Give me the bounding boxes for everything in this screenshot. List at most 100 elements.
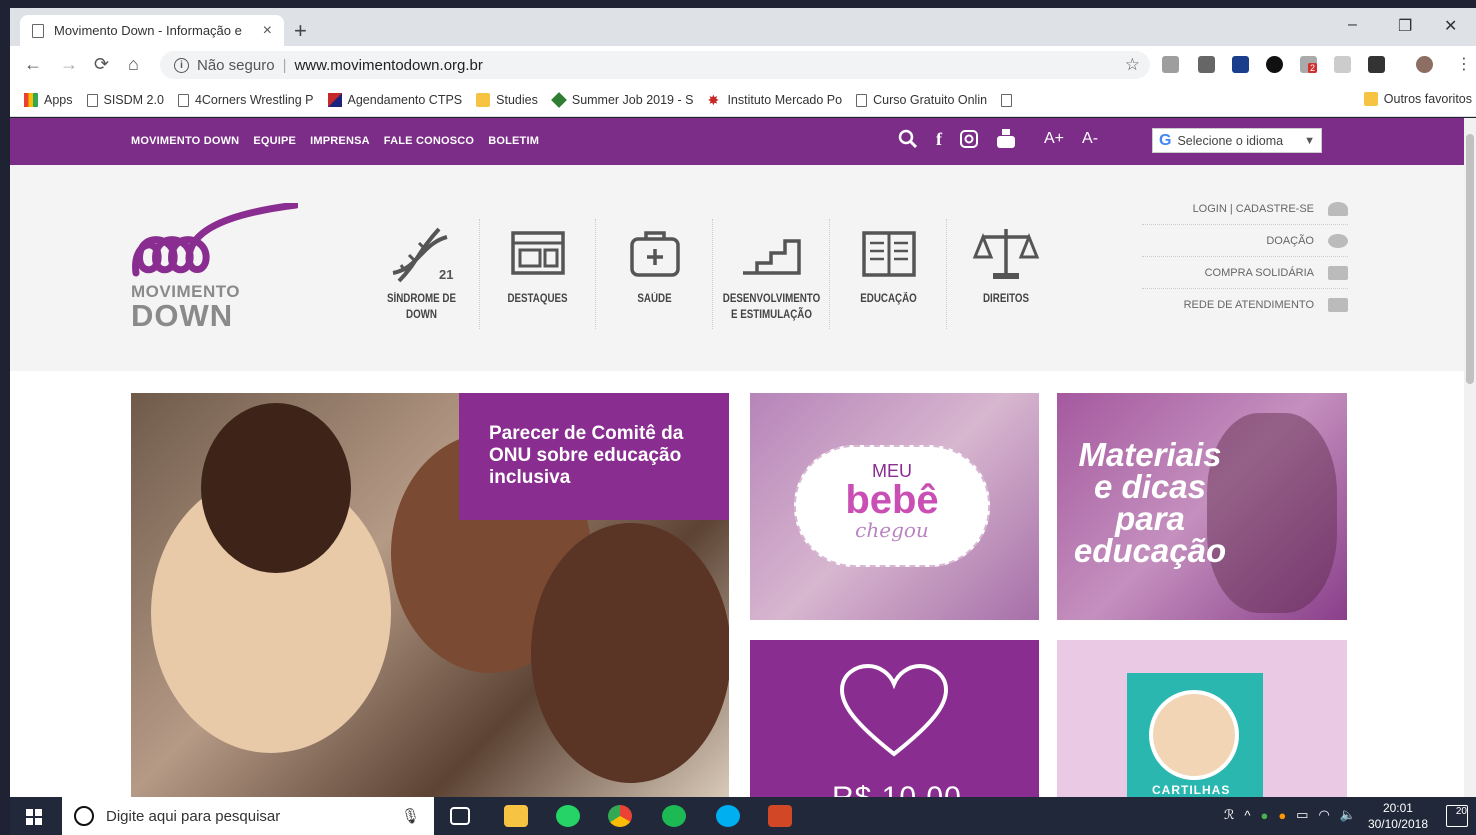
topnav-fale-conosco[interactable]: FALE CONOSCO bbox=[384, 135, 474, 147]
page-scrollbar[interactable] bbox=[1464, 118, 1476, 797]
extension-s-icon[interactable] bbox=[1162, 56, 1179, 73]
font-increase-button[interactable]: A+ bbox=[1044, 130, 1064, 148]
taskbar-search-box[interactable]: Digite aqui para pesquisar 🎙 bbox=[62, 797, 434, 835]
volume-icon[interactable]: 🔈 bbox=[1340, 807, 1356, 823]
bookmark-curso[interactable]: Curso Gratuito Onlin bbox=[856, 93, 987, 107]
donation-card[interactable]: R$ 10,00 bbox=[750, 640, 1039, 797]
action-center-icon[interactable]: 20 bbox=[1446, 805, 1468, 827]
spotify-icon[interactable] bbox=[662, 805, 686, 827]
rede-atendimento-link[interactable]: REDE DE ATENDIMENTO bbox=[1142, 289, 1348, 321]
battery-icon[interactable]: ▭ bbox=[1296, 807, 1308, 823]
wifi-icon[interactable]: ◠ bbox=[1318, 807, 1329, 823]
open-book-icon bbox=[861, 231, 916, 277]
home-icon[interactable]: ⌂ bbox=[128, 54, 139, 75]
topnav-imprensa[interactable]: IMPRENSA bbox=[310, 135, 370, 147]
heart-outline-icon bbox=[839, 663, 949, 757]
instagram-icon[interactable] bbox=[960, 130, 978, 148]
bookmark-apps[interactable]: Apps bbox=[24, 93, 73, 107]
menu-kebab-icon[interactable]: ⋮ bbox=[1456, 54, 1472, 74]
close-window-button[interactable]: ✕ bbox=[1444, 16, 1457, 36]
people-icon[interactable]: ℛ bbox=[1224, 807, 1234, 823]
tray-chevron-icon[interactable]: ^ bbox=[1244, 808, 1250, 823]
new-tab-button[interactable]: + bbox=[294, 18, 307, 44]
bookmark-star-icon[interactable]: ☆ bbox=[1125, 55, 1140, 75]
extension-dark-icon[interactable] bbox=[1368, 56, 1385, 73]
info-icon[interactable]: i bbox=[174, 57, 189, 73]
login-link[interactable]: LOGIN | CADASTRE-SE bbox=[1142, 193, 1348, 225]
logo-wordmark[interactable]: MOVIMENTO DOWN bbox=[131, 283, 240, 331]
extension-badge: 2 bbox=[1308, 63, 1318, 73]
tab-close-icon[interactable]: × bbox=[263, 22, 272, 40]
page-icon bbox=[86, 93, 98, 107]
sidelink-label: COMPRA SOLIDÁRIA bbox=[1204, 266, 1314, 279]
windows-start-icon[interactable] bbox=[26, 809, 42, 825]
category-saude[interactable]: SAÚDE bbox=[597, 219, 713, 329]
meu-bebe-chegou-card[interactable]: MEU bebê chegou bbox=[750, 393, 1039, 620]
task-view-icon[interactable] bbox=[450, 807, 470, 825]
tray-app-icon[interactable]: ● bbox=[1278, 808, 1286, 823]
facebook-icon[interactable]: f bbox=[936, 129, 942, 150]
extension-circle-icon[interactable] bbox=[1266, 56, 1283, 73]
materiais-educacao-card[interactable]: Materiais e dicas para educação bbox=[1057, 393, 1347, 620]
other-bookmarks[interactable]: Outros favoritos bbox=[1363, 92, 1472, 106]
extension-download-icon[interactable] bbox=[1232, 56, 1249, 73]
file-explorer-icon[interactable] bbox=[504, 805, 528, 827]
bookmark-sisdm[interactable]: SISDM 2.0 bbox=[86, 93, 164, 107]
language-select[interactable]: G Selecione o idioma ▼ bbox=[1152, 128, 1322, 153]
extension-puzzle-icon[interactable]: 2 bbox=[1300, 56, 1318, 73]
scrollbar-thumb[interactable] bbox=[1466, 134, 1474, 384]
maximize-button[interactable]: ❐ bbox=[1398, 16, 1412, 36]
category-label: SÍNDROME DE DOWN bbox=[387, 293, 456, 321]
clock-time: 20:01 bbox=[1382, 801, 1413, 815]
taskbar-clock[interactable]: 20:01 30/10/2018 bbox=[1368, 800, 1428, 832]
reload-icon[interactable]: ⟳ bbox=[94, 54, 109, 75]
hero-article-card[interactable]: Parecer de Comitê da ONU sobre educação … bbox=[131, 393, 729, 797]
font-decrease-button[interactable]: A- bbox=[1082, 130, 1098, 148]
category-sindrome-de-down[interactable]: 21 SÍNDROME DE DOWN bbox=[364, 219, 480, 329]
chrome-icon[interactable] bbox=[608, 805, 632, 827]
category-desenvolvimento[interactable]: DESENVOLVIMENTO E ESTIMULAÇÃO bbox=[714, 219, 830, 329]
forward-arrow-icon[interactable]: → bbox=[60, 54, 78, 75]
bookmark-summer-job[interactable]: Summer Job 2019 - S bbox=[550, 92, 693, 108]
bookmark-instituto[interactable]: ✸ Instituto Mercado Po bbox=[707, 93, 842, 107]
whatsapp-icon[interactable] bbox=[556, 805, 580, 827]
bookmark-label: SISDM 2.0 bbox=[103, 93, 164, 107]
microphone-icon[interactable]: 🎙 bbox=[401, 807, 420, 825]
bookmark-studies[interactable]: Studies bbox=[476, 93, 538, 107]
bookmark-4corners[interactable]: 4Corners Wrestling P bbox=[177, 93, 314, 107]
back-arrow-icon[interactable]: ← bbox=[24, 54, 42, 75]
topnav-boletim[interactable]: BOLETIM bbox=[488, 135, 539, 147]
address-separator: | bbox=[282, 56, 287, 74]
minimize-button[interactable]: – bbox=[1348, 16, 1357, 34]
hero-caption[interactable]: Parecer de Comitê da ONU sobre educação … bbox=[459, 393, 729, 520]
flag-icon bbox=[327, 93, 342, 107]
powerpoint-icon[interactable] bbox=[768, 805, 792, 827]
topnav-movimento-down[interactable]: MOVIMENTO DOWN bbox=[131, 135, 239, 147]
profile-avatar[interactable] bbox=[1416, 56, 1433, 73]
address-bar[interactable]: i Não seguro | www.movimentodown.org.br … bbox=[160, 51, 1150, 79]
category-destaques[interactable]: DESTAQUES bbox=[480, 219, 596, 329]
category-label: DESTAQUES bbox=[507, 293, 568, 305]
compra-solidaria-link[interactable]: COMPRA SOLIDÁRIA bbox=[1142, 257, 1348, 289]
search-icon[interactable] bbox=[898, 129, 918, 149]
bookmark-agendamento[interactable]: Agendamento CTPS bbox=[327, 93, 462, 107]
bookmark-blank[interactable] bbox=[1001, 93, 1018, 107]
folder-icon bbox=[476, 93, 491, 107]
url-text[interactable]: www.movimentodown.org.br bbox=[294, 57, 482, 74]
category-educacao[interactable]: EDUCAÇÃO bbox=[831, 219, 947, 329]
site-top-bar: MOVIMENTO DOWN EQUIPE IMPRENSA FALE CONO… bbox=[10, 118, 1464, 165]
category-direitos[interactable]: DIREITOS bbox=[948, 219, 1064, 329]
sidelink-label: DOAÇÃO bbox=[1266, 234, 1314, 247]
donation-link[interactable]: DOAÇÃO bbox=[1142, 225, 1348, 257]
browser-tab[interactable]: Movimento Down - Informação e × bbox=[20, 15, 284, 46]
heart-icon bbox=[1328, 233, 1348, 248]
cartilhas-card[interactable]: CARTILHAS bbox=[1057, 640, 1347, 797]
topnav-equipe[interactable]: EQUIPE bbox=[253, 135, 296, 147]
youtube-icon[interactable] bbox=[996, 128, 1016, 150]
extension-shield-icon[interactable] bbox=[1198, 56, 1215, 73]
cartilhas-label: CARTILHAS bbox=[1152, 783, 1231, 797]
movimento-down-logo-icon[interactable] bbox=[128, 203, 298, 283]
extension-image-icon[interactable] bbox=[1334, 56, 1351, 73]
skype-icon[interactable] bbox=[716, 805, 740, 827]
tray-app-icon[interactable]: ● bbox=[1260, 808, 1268, 823]
